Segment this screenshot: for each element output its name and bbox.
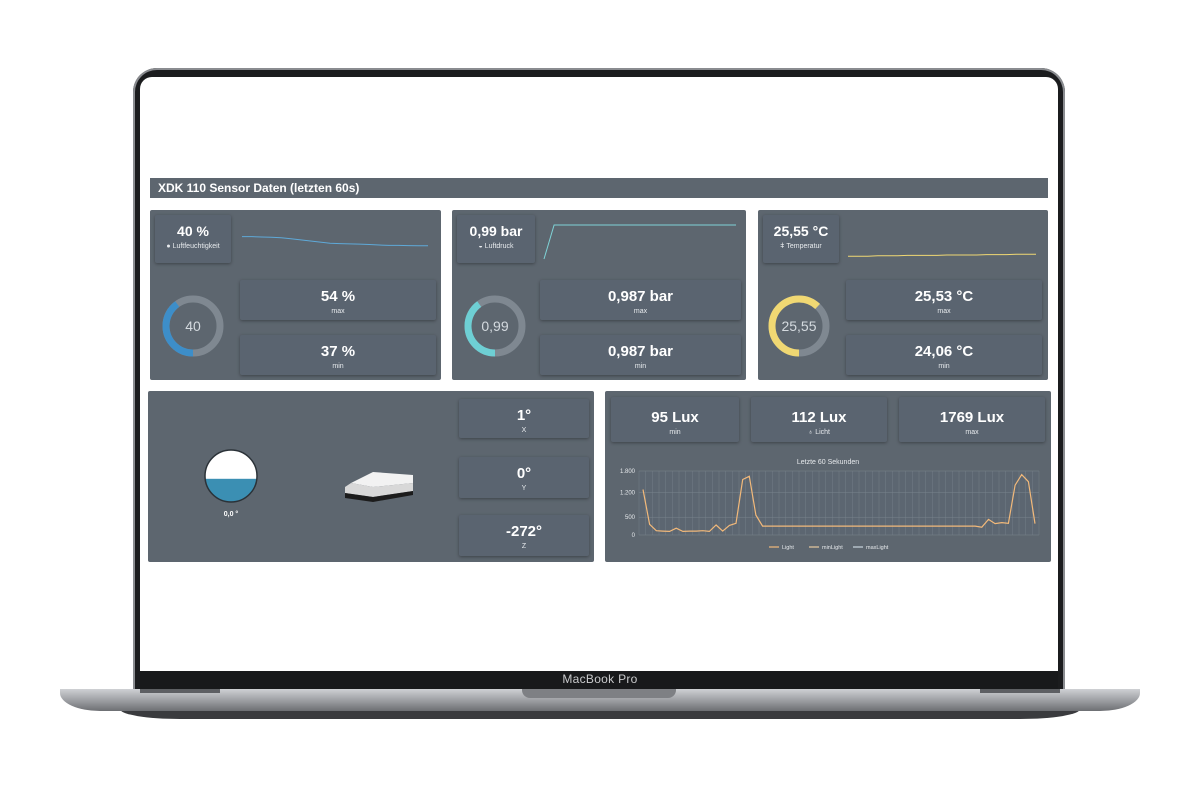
legend-label-maxlight: maxLight xyxy=(866,545,889,551)
temperature-panel: 25,55 °C ǂ Temperatur 25,55 25,53 °C max … xyxy=(758,210,1048,380)
pressure-sparkline xyxy=(543,224,736,260)
pressure-panel: 0,99 bar ◒ Luftdruck 0,99 0,987 bar max 0… xyxy=(452,210,746,380)
brand-label: MacBook Pro xyxy=(562,672,638,686)
light-current-label: Licht xyxy=(815,429,831,436)
orientation-z-label: Z xyxy=(521,543,527,550)
humidity-max-label: max xyxy=(331,308,345,315)
dashboard-title: XDK 110 Sensor Daten (letzten 60s) xyxy=(150,178,1048,198)
light-min-label: min xyxy=(669,429,681,436)
hinge-right xyxy=(980,689,1060,693)
humidity-label: Luftfeuchtigkeit xyxy=(172,243,220,250)
level-value: 0,0 ° xyxy=(223,511,239,518)
temperature-gauge-value: 25,55 xyxy=(781,318,816,334)
pressure-value: 0,99 bar xyxy=(469,223,523,239)
temperature-max-label: max xyxy=(937,308,951,315)
temperature-label: Temperatur xyxy=(786,243,822,250)
temperature-value-tile[interactable]: 25,55 °C ǂ Temperatur xyxy=(763,215,839,263)
light-chart: Letzte 60 Sekunden 0 500 1.200 1.800 Light m… xyxy=(620,459,1040,551)
light-max-value: 1769 Lux xyxy=(939,409,1005,426)
lightbulb-icon: ♁ xyxy=(807,429,814,436)
hinge-left xyxy=(140,689,220,693)
orientation-x-value: 1° xyxy=(516,407,532,424)
light-min-tile[interactable]: 95 Lux min xyxy=(611,397,739,442)
light-min-value: 95 Lux xyxy=(651,409,699,426)
chart-title: Letzte 60 Sekunden xyxy=(797,459,859,466)
pressure-min-value: 0,987 bar xyxy=(607,343,674,360)
light-panel: 95 Lux min 112 Lux ♁ Licht 1769 Lux max L… xyxy=(605,391,1051,562)
humidity-gauge: 40 xyxy=(162,295,224,357)
humidity-max-tile[interactable]: 54 % max xyxy=(240,280,436,320)
orientation-y-label: Y xyxy=(521,485,527,492)
humidity-min-label: min xyxy=(332,363,344,370)
pressure-min-label: min xyxy=(634,363,647,370)
humidity-value-tile[interactable]: 40 % ● Luftfeuchtigkeit xyxy=(155,215,231,263)
humidity-panel: 40 % ● Luftfeuchtigkeit 40 54 % max 37 % … xyxy=(150,210,441,380)
pressure-label: Luftdruck xyxy=(484,243,514,250)
chart-y-tick-label: 1.800 xyxy=(620,469,636,475)
pressure-value-tile[interactable]: 0,99 bar ◒ Luftdruck xyxy=(457,215,535,263)
pressure-gauge: 0,99 xyxy=(464,295,526,357)
light-current-tile[interactable]: 112 Lux ♁ Licht xyxy=(751,397,887,442)
thermometer-icon: ǂ xyxy=(780,243,785,250)
orientation-z-tile[interactable]: -272° Z xyxy=(459,515,589,556)
humidity-gauge-value: 40 xyxy=(185,318,201,334)
light-current-value: 112 Lux xyxy=(791,409,847,426)
gauge-icon: ◒ xyxy=(478,243,483,250)
temperature-value: 25,55 °C xyxy=(773,223,829,239)
legend-label-minlight: minLight xyxy=(822,545,843,551)
temperature-min-tile[interactable]: 24,06 °C min xyxy=(846,335,1042,375)
orientation-z-value: -272° xyxy=(505,523,543,540)
temperature-sparkline xyxy=(848,253,1036,257)
light-max-tile[interactable]: 1769 Lux max xyxy=(899,397,1045,442)
pressure-max-tile[interactable]: 0,987 bar max xyxy=(540,280,741,320)
temperature-max-value: 25,53 °C xyxy=(914,288,974,305)
humidity-value: 40 % xyxy=(177,223,209,239)
orientation-x-tile[interactable]: 1° X xyxy=(459,399,589,438)
temperature-min-value: 24,06 °C xyxy=(914,343,974,360)
pressure-max-value: 0,987 bar xyxy=(607,288,674,305)
orientation-y-value: 0° xyxy=(516,465,532,482)
orientation-y-tile[interactable]: 0° Y xyxy=(459,457,589,498)
laptop-notch xyxy=(522,689,676,698)
droplet-icon: ● xyxy=(166,243,171,250)
chart-y-tick-label: 1.200 xyxy=(620,490,636,496)
chart-y-tick-label: 0 xyxy=(632,533,636,539)
orientation-x-label: X xyxy=(521,427,527,434)
temperature-gauge: 25,55 xyxy=(768,295,830,357)
pressure-max-label: max xyxy=(633,308,648,315)
humidity-min-tile[interactable]: 37 % min xyxy=(240,335,436,375)
orientation-panel: 0,0 ° 1° X 0° Y -272° Z xyxy=(148,391,594,562)
pressure-gauge-value: 0,99 xyxy=(481,318,508,334)
pressure-min-tile[interactable]: 0,987 bar min xyxy=(540,335,741,375)
humidity-min-value: 37 % xyxy=(320,343,356,360)
light-max-label: max xyxy=(965,429,979,436)
level-indicator xyxy=(204,449,258,503)
temperature-min-label: min xyxy=(938,363,950,370)
temperature-max-tile[interactable]: 25,53 °C max xyxy=(846,280,1042,320)
legend-label-light: Light xyxy=(782,545,794,551)
device-3d-model xyxy=(345,472,413,502)
humidity-max-value: 54 % xyxy=(320,288,356,305)
chart-y-tick-label: 500 xyxy=(625,515,636,521)
humidity-sparkline xyxy=(242,236,428,247)
